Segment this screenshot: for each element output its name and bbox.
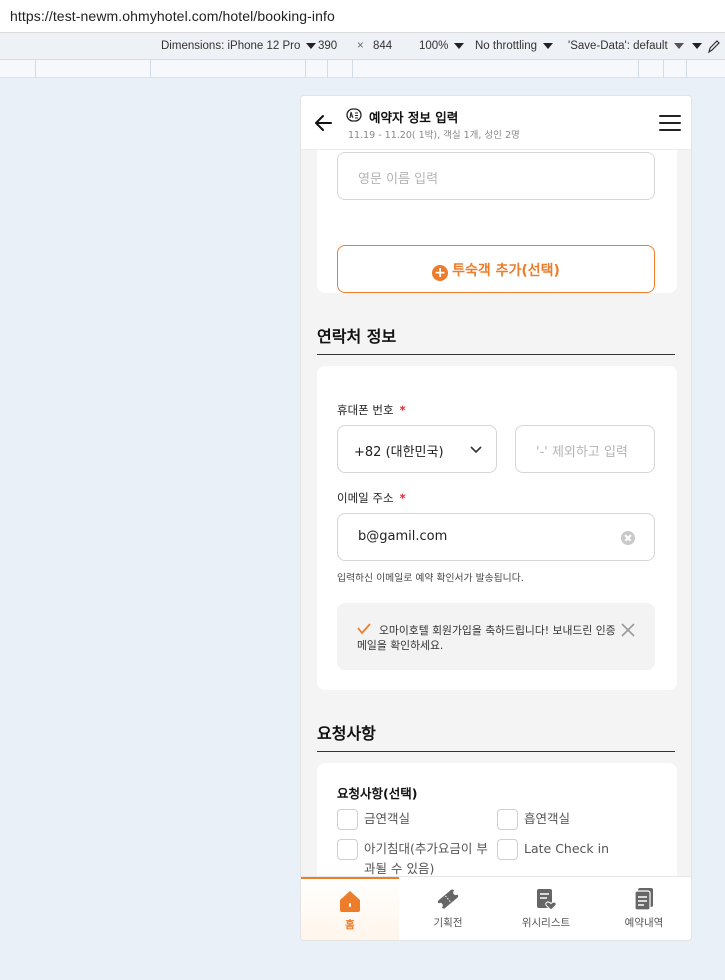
dropdown-arrow-icon: [673, 42, 684, 49]
country-code-select[interactable]: +82 (대한민국): [337, 425, 497, 473]
media-query-ruler: [0, 60, 725, 78]
add-guest-label: 투숙객 추가(선택): [452, 263, 560, 279]
signup-notice: 오마이호텔 회원가입을 축하드립니다! 보내드린 인증 메일을 확인하세요.: [337, 603, 655, 670]
more-options-button[interactable]: [686, 40, 702, 52]
width-field[interactable]: 390: [318, 40, 337, 52]
dropdown-arrow-icon: [306, 42, 317, 49]
phone-label-text: 휴대폰 번호: [337, 403, 394, 417]
save-data-label: 'Save-Data': default: [568, 40, 668, 52]
requests-card-title: 요청사항(선택): [337, 786, 418, 801]
booking-summary: 11.19 - 11.20( 1박), 객실 1개, 성인 2명: [348, 130, 520, 141]
email-label-text: 이메일 주소: [337, 491, 394, 505]
tab-promotions[interactable]: 기획전: [399, 877, 497, 940]
ruler-tick: [638, 60, 639, 78]
url-text[interactable]: https://test-newm.ohmyhotel.com/hotel/bo…: [10, 8, 335, 24]
tab-home-label: 홈: [345, 919, 355, 931]
contact-section-title: 연락처 정보: [317, 327, 397, 346]
tab-reservations-label: 예약내역: [624, 917, 664, 929]
required-mark: *: [399, 403, 406, 417]
phone-number-input[interactable]: '-' 제외하고 입력: [515, 425, 655, 473]
ruler-tick: [35, 60, 36, 78]
height-field[interactable]: 844: [373, 40, 392, 52]
ruler-tick: [150, 60, 151, 78]
ruler-tick: [686, 60, 687, 78]
phone-label: 휴대폰 번호 *: [337, 402, 406, 418]
smoking-label: 흡연객실: [524, 811, 571, 826]
save-data-select[interactable]: 'Save-Data': default: [568, 40, 684, 52]
page-title: 예약자 정보 입력: [369, 110, 459, 125]
reservation-icon: [346, 108, 362, 122]
address-bar[interactable]: https://test-newm.ohmyhotel.com/hotel/bo…: [0, 0, 725, 33]
tab-reservations[interactable]: 예약내역: [595, 877, 691, 940]
dropdown-arrow-icon: [454, 42, 465, 49]
throttling-label: No throttling: [475, 40, 538, 52]
ruler-tick: [305, 60, 306, 78]
english-name-placeholder: 영문 이름 입력: [358, 172, 439, 187]
clear-input-icon[interactable]: [621, 531, 635, 545]
close-icon[interactable]: [621, 623, 635, 637]
chevron-down-icon: [470, 446, 482, 454]
phone-placeholder: '-' 제외하고 입력: [536, 445, 628, 460]
hamburger-menu-icon[interactable]: [659, 114, 681, 132]
wishlist-icon: [537, 889, 557, 911]
checkbox-smoking[interactable]: [497, 809, 518, 830]
email-input[interactable]: b@gamil.com: [337, 513, 655, 561]
reservations-icon: [634, 888, 653, 911]
dimensions-label: Dimensions: iPhone 12 Pro: [161, 40, 301, 52]
non-smoking-label: 금연객실: [364, 811, 411, 826]
back-arrow-icon[interactable]: [313, 112, 335, 134]
section-divider: [317, 354, 675, 355]
add-guest-button[interactable]: + 투숙객 추가(선택): [337, 245, 655, 293]
dropdown-arrow-icon: [692, 42, 702, 49]
english-name-input[interactable]: 영문 이름 입력: [337, 152, 655, 200]
dropdown-arrow-icon: [543, 42, 554, 49]
tab-wishlist[interactable]: 위시리스트: [497, 877, 595, 940]
email-hint: 입력하신 이메일로 예약 확인서가 발송됩니다.: [337, 573, 524, 584]
tab-wishlist-label: 위시리스트: [521, 917, 571, 929]
checkbox-baby-crib[interactable]: [337, 839, 358, 860]
tab-promotions-label: 기획전: [433, 917, 463, 929]
zoom-label: 100%: [419, 40, 449, 52]
section-divider: [317, 751, 675, 752]
ruler-tick: [327, 60, 328, 78]
checkbox-non-smoking[interactable]: [337, 809, 358, 830]
baby-crib-label: 아기침대(추가요금이 부과될 수 있음): [364, 841, 488, 876]
home-icon: [340, 891, 360, 912]
requests-section-title: 요청사항: [317, 724, 376, 743]
device-viewport: 예약자 정보 입력 11.19 - 11.20( 1박), 객실 1개, 성인 …: [300, 95, 692, 941]
times-sign: ×: [357, 40, 364, 52]
late-check-in-label: Late Check in: [524, 841, 610, 856]
checkbox-late-check-in[interactable]: [497, 839, 518, 860]
device-toolbar: Dimensions: iPhone 12 Pro 390 × 844 100%…: [0, 34, 725, 60]
plus-circle-icon: +: [432, 265, 449, 281]
ruler-tick: [663, 60, 664, 78]
required-mark: *: [399, 491, 406, 505]
email-label: 이메일 주소 *: [337, 490, 406, 506]
ticket-icon: [437, 889, 459, 909]
ruler-tick: [352, 60, 353, 78]
country-code-value: +82 (대한민국): [354, 445, 444, 460]
bottom-tab-bar: 홈 기획전 위시리스트 예약내역: [301, 876, 691, 940]
throttling-select[interactable]: No throttling: [475, 40, 554, 52]
dimensions-select[interactable]: Dimensions: iPhone 12 Pro: [161, 40, 317, 52]
zoom-select[interactable]: 100%: [419, 40, 465, 52]
tab-home[interactable]: 홈: [301, 877, 399, 940]
app-header: 예약자 정보 입력 11.19 - 11.20( 1박), 객실 1개, 성인 …: [301, 96, 691, 150]
notice-text: 오마이호텔 회원가입을 축하드립니다! 보내드린 인증 메일을 확인하세요.: [357, 624, 616, 652]
email-value: b@gamil.com: [358, 529, 448, 544]
pen-icon[interactable]: [707, 38, 721, 57]
contact-card: 휴대폰 번호 * +82 (대한민국) '-' 제외하고 입력 이메일 주소 * b…: [317, 366, 677, 690]
